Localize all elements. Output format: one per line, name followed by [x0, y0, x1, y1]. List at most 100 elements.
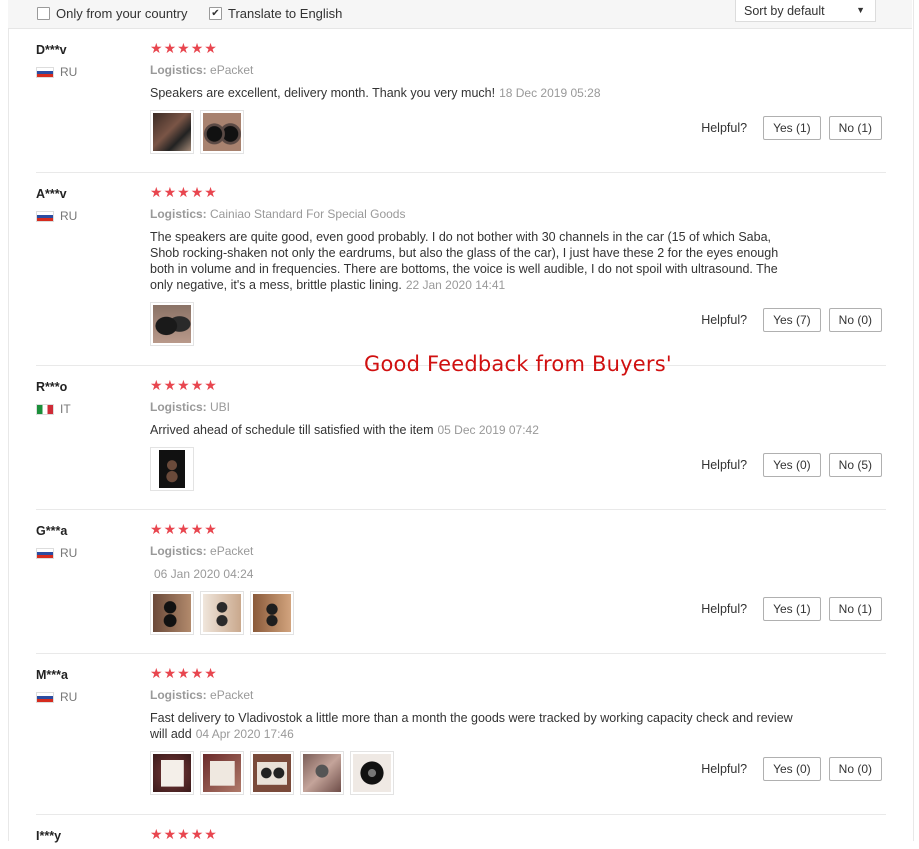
helpful-label: Helpful?	[701, 602, 748, 616]
reviewer-country: RU	[36, 546, 77, 560]
review-photo-thumbnail[interactable]	[350, 751, 394, 795]
star-icon: ★	[204, 40, 217, 56]
review-photo-thumbnail[interactable]	[200, 110, 244, 154]
helpful-yes-button[interactable]: Yes (7)	[763, 308, 821, 332]
star-icon: ★	[150, 184, 163, 200]
photo-list	[150, 591, 300, 635]
helpful-no-button[interactable]: No (0)	[828, 308, 882, 332]
flag-ru-icon	[36, 66, 54, 78]
star-icon: ★	[204, 521, 217, 537]
helpful-label: Helpful?	[701, 762, 748, 776]
review-photo-thumbnail[interactable]	[150, 110, 194, 154]
star-rating: ★ ★ ★ ★ ★	[150, 41, 218, 55]
reviewer-name: D***v	[36, 43, 67, 57]
speaker-photo	[203, 754, 241, 792]
star-icon: ★	[204, 184, 217, 200]
star-icon: ★	[190, 184, 204, 200]
translate-checkbox[interactable]: ✔ Translate to English	[209, 5, 342, 21]
sort-select[interactable]: Sort by default ▼	[735, 0, 876, 22]
chevron-down-icon: ▼	[856, 5, 865, 15]
logistics-value: ePacket	[210, 63, 254, 77]
review-photo-thumbnail[interactable]	[150, 447, 194, 491]
star-icon: ★	[177, 826, 190, 842]
only-country-checkbox[interactable]: Only from your country	[37, 5, 188, 21]
reviewer-name: G***a	[36, 524, 68, 538]
helpful-yes-button[interactable]: Yes (0)	[763, 757, 821, 781]
helpful-label: Helpful?	[701, 458, 748, 472]
helpful-vote: Helpful? Yes (1) No (1)	[701, 116, 882, 140]
review-photo-thumbnail[interactable]	[150, 751, 194, 795]
reviewer-country: IT	[36, 402, 71, 416]
speaker-photo	[153, 305, 191, 343]
country-code: IT	[60, 402, 71, 416]
logistics-value: ePacket	[210, 544, 254, 558]
review-photo-thumbnail[interactable]	[200, 591, 244, 635]
logistics-info: Logistics: ePacket	[150, 63, 253, 77]
only-country-label: Only from your country	[56, 5, 188, 21]
logistics-info: Logistics: UBI	[150, 400, 230, 414]
review-photo-thumbnail[interactable]	[150, 591, 194, 635]
review-item: G***a RU ★ ★ ★ ★ ★ Logistics: ePacket 06 Jan…	[36, 521, 886, 654]
logistics-info: Logistics: ePacket	[150, 544, 253, 558]
star-icon: ★	[163, 521, 177, 537]
review-item: R***o IT ★ ★ ★ ★ ★ Logistics: UBI Arrived ah…	[36, 377, 886, 510]
review-photo-thumbnail[interactable]	[300, 751, 344, 795]
logistics-label: Logistics:	[150, 207, 207, 221]
helpful-vote: Helpful? Yes (0) No (0)	[701, 757, 882, 781]
helpful-label: Helpful?	[701, 313, 748, 327]
star-icon: ★	[177, 521, 190, 537]
feedback-text: 06 Jan 2020 04:24	[150, 566, 800, 582]
star-icon: ★	[150, 665, 163, 681]
reviewer-name: R***o	[36, 380, 68, 394]
helpful-label: Helpful?	[701, 121, 748, 135]
reviewer-name: M***a	[36, 668, 68, 682]
logistics-label: Logistics:	[150, 544, 207, 558]
star-icon: ★	[190, 826, 204, 842]
logistics-label: Logistics:	[150, 63, 207, 77]
speaker-photo	[153, 754, 191, 792]
logistics-info: Logistics: Cainiao Standard For Special …	[150, 207, 405, 221]
speaker-photo	[159, 450, 185, 488]
helpful-no-button[interactable]: No (0)	[828, 757, 882, 781]
star-icon: ★	[190, 521, 204, 537]
country-code: RU	[60, 690, 78, 704]
checkbox-unchecked-icon[interactable]	[37, 6, 50, 20]
reviewer-country: RU	[36, 209, 77, 223]
logistics-value: Cainiao Standard For Special Goods	[210, 207, 406, 221]
star-icon: ★	[204, 665, 217, 681]
flag-ru-icon	[36, 210, 54, 222]
review-photo-thumbnail[interactable]	[200, 751, 244, 795]
speaker-photo	[203, 113, 241, 151]
speaker-photo	[303, 754, 341, 792]
review-photo-thumbnail[interactable]	[150, 302, 194, 346]
star-rating: ★ ★ ★ ★ ★	[150, 666, 218, 680]
helpful-no-button[interactable]: No (5)	[828, 453, 882, 477]
star-icon: ★	[150, 40, 163, 56]
feedback-text: The speakers are quite good, even good p…	[150, 229, 800, 293]
helpful-no-button[interactable]: No (1)	[828, 597, 882, 621]
speaker-photo	[153, 113, 191, 151]
reviewer-name: A***v	[36, 187, 67, 201]
review-photo-thumbnail[interactable]	[250, 591, 294, 635]
review-photo-thumbnail[interactable]	[250, 751, 294, 795]
star-icon: ★	[150, 377, 163, 393]
photo-list	[150, 447, 200, 491]
feedback-date: 06 Jan 2020 04:24	[154, 567, 254, 581]
feedback-date: 18 Dec 2019 05:28	[499, 86, 601, 100]
helpful-yes-button[interactable]: Yes (1)	[763, 597, 821, 621]
logistics-value: ePacket	[210, 688, 254, 702]
speaker-photo	[153, 594, 191, 632]
photo-list	[150, 110, 250, 154]
helpful-vote: Helpful? Yes (7) No (0)	[701, 308, 882, 332]
helpful-yes-button[interactable]: Yes (1)	[763, 116, 821, 140]
speaker-photo	[353, 754, 391, 792]
star-icon: ★	[163, 40, 177, 56]
star-icon: ★	[204, 826, 217, 842]
feedback-date: 05 Dec 2019 07:42	[437, 423, 539, 437]
speaker-photo	[253, 594, 291, 632]
review-item: D***v RU ★ ★ ★ ★ ★ Logistics: ePacket Speake…	[36, 41, 886, 173]
helpful-no-button[interactable]: No (1)	[828, 116, 882, 140]
country-code: RU	[60, 209, 78, 223]
checkbox-checked-icon[interactable]: ✔	[209, 6, 222, 20]
helpful-yes-button[interactable]: Yes (0)	[763, 453, 821, 477]
